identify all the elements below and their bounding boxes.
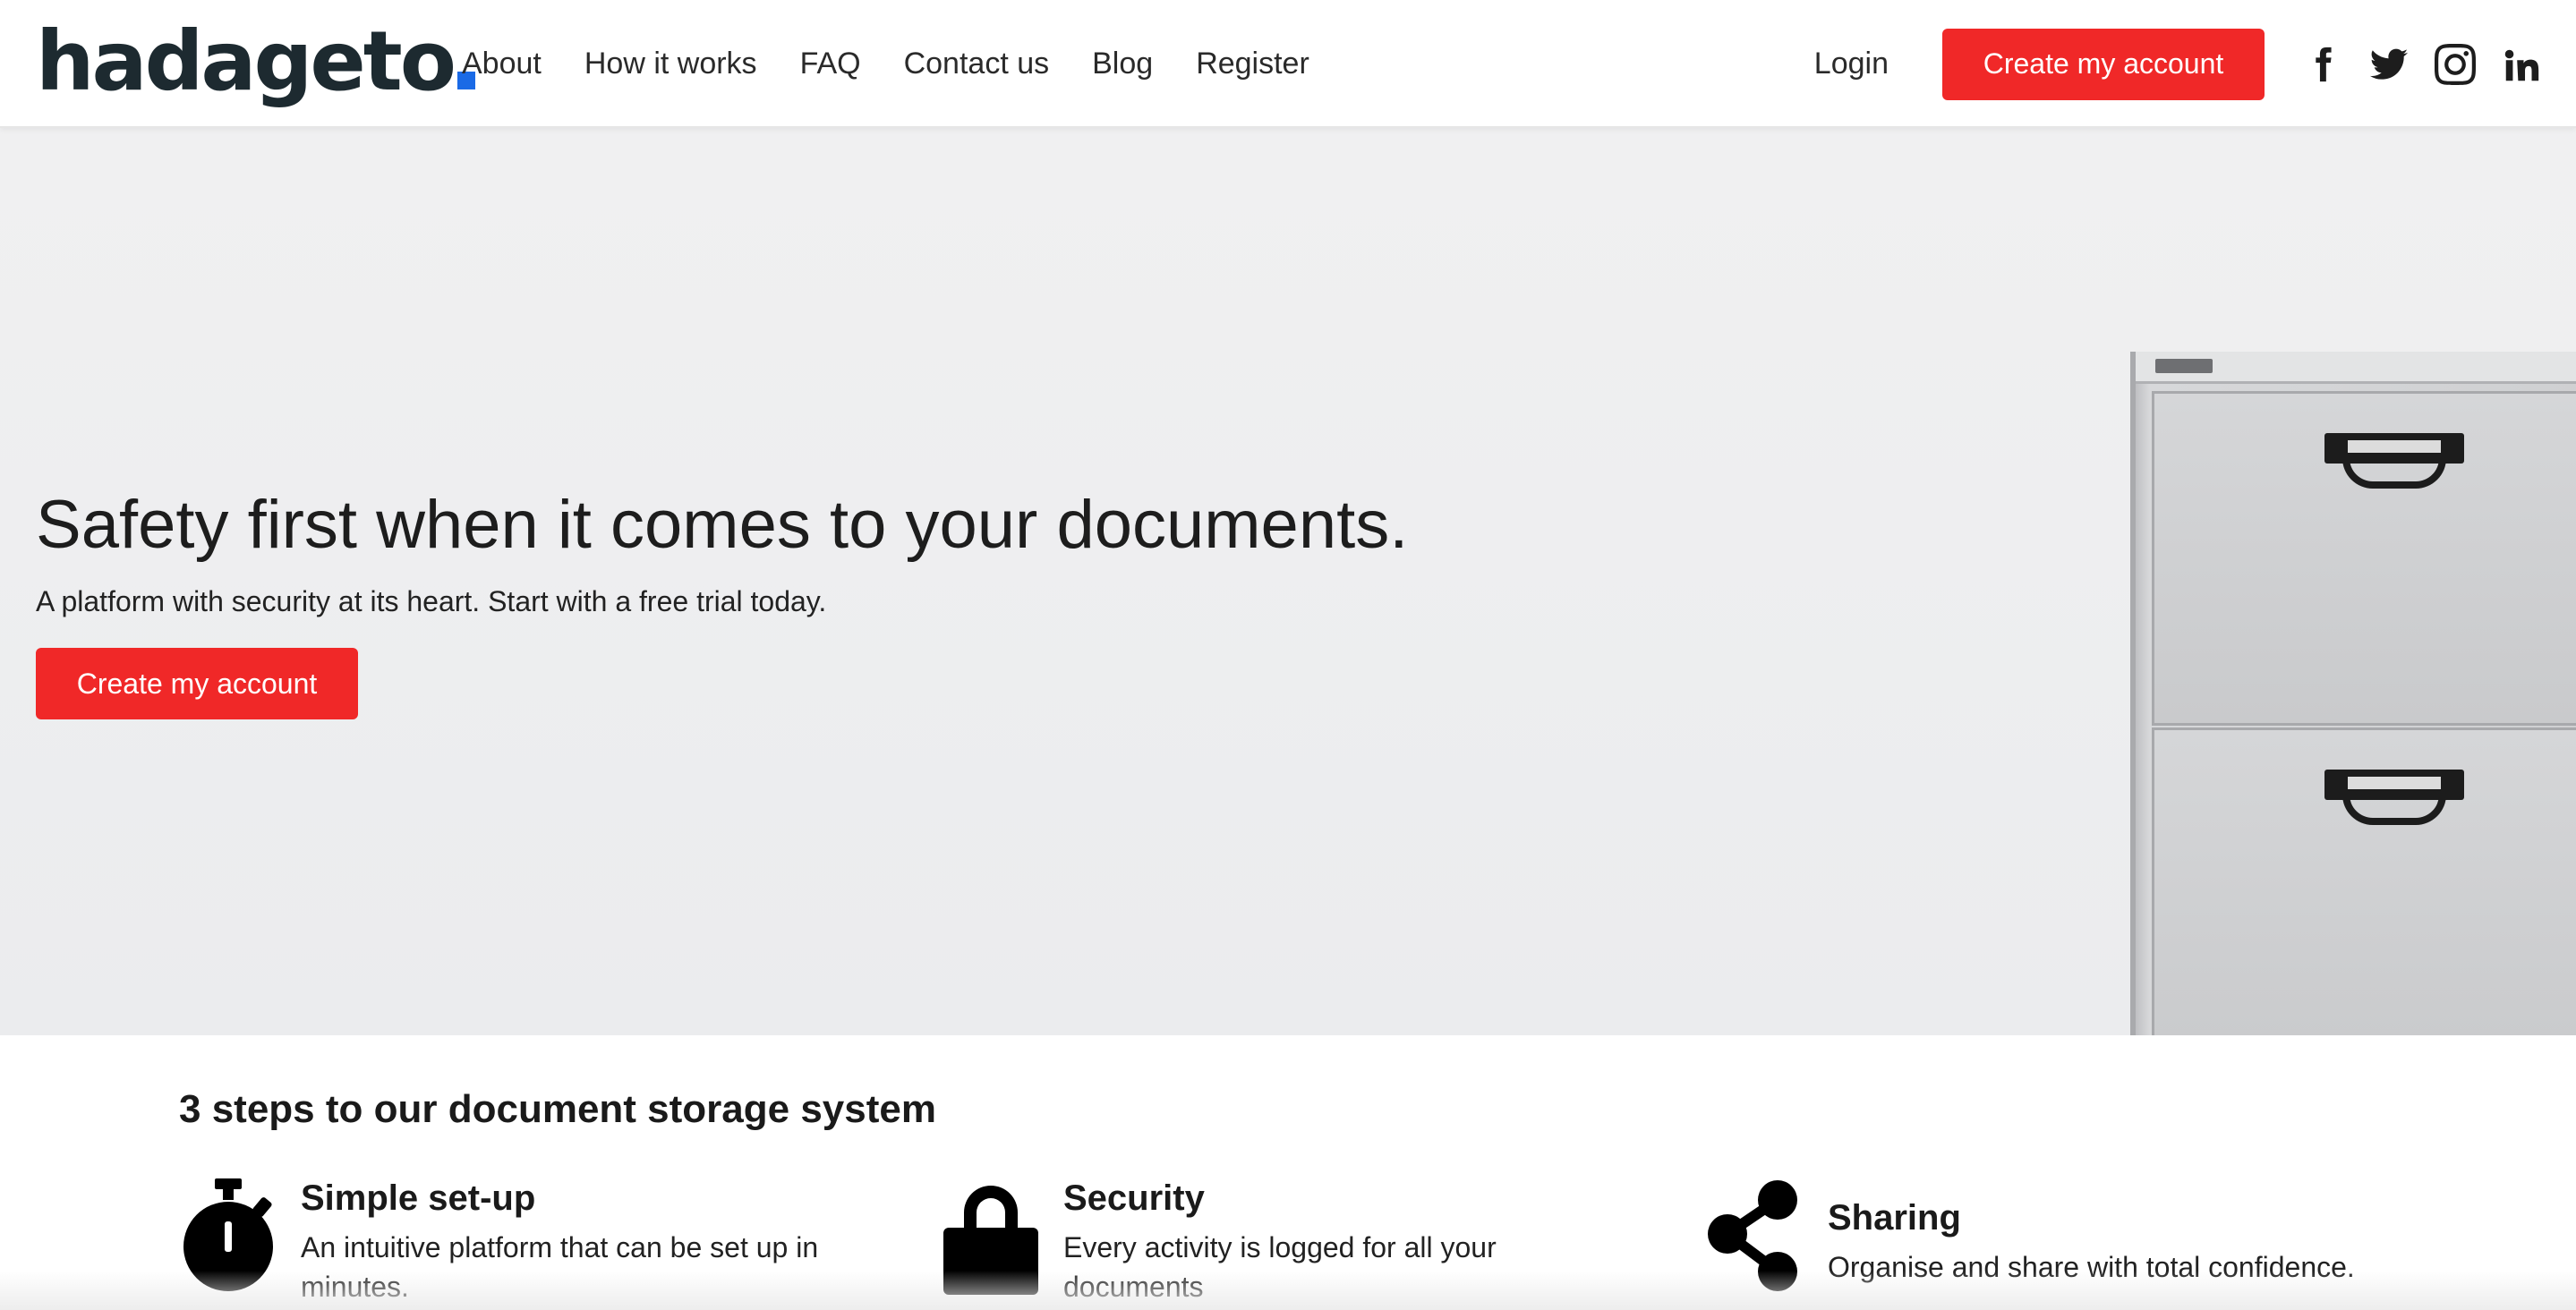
cabinet-drawer-bottom — [2152, 727, 2576, 1035]
drawer-handle-icon — [2324, 433, 2464, 492]
create-account-button-hero[interactable]: Create my account — [36, 648, 358, 719]
header-actions: Login Create my account — [1814, 0, 2542, 128]
steps-section: 3 steps to our document storage system S… — [0, 1035, 2576, 1310]
logo-text: hadageto — [36, 13, 456, 109]
drawer-handle-icon — [2324, 770, 2464, 829]
hero-subtitle: A platform with security at its heart. S… — [36, 585, 827, 617]
filing-cabinet-image — [2130, 352, 2576, 1035]
step-heading: Security — [1063, 1178, 1205, 1218]
linkedin-icon[interactable] — [2501, 44, 2542, 85]
nav-how-it-works[interactable]: How it works — [584, 47, 757, 81]
step-heading: Simple set-up — [301, 1178, 536, 1218]
bottom-fade — [0, 1271, 2576, 1310]
step-heading: Sharing — [1828, 1198, 1961, 1238]
hero-section: Safety first when it comes to your docum… — [0, 128, 2576, 1035]
site-header: hadageto About How it works FAQ Contact … — [0, 0, 2576, 128]
cabinet-badge — [2155, 359, 2213, 373]
steps-title: 3 steps to our document storage system — [179, 1087, 936, 1131]
nav-faq[interactable]: FAQ — [800, 47, 861, 81]
facebook-icon[interactable] — [2302, 44, 2343, 85]
cabinet-top — [2136, 352, 2576, 384]
create-account-button-header[interactable]: Create my account — [1942, 28, 2265, 100]
social-links — [2302, 43, 2542, 85]
hero-title: Safety first when it comes to your docum… — [36, 487, 1409, 563]
login-link[interactable]: Login — [1814, 47, 1889, 81]
logo[interactable]: hadageto — [36, 13, 475, 111]
nav-register[interactable]: Register — [1196, 47, 1309, 81]
instagram-icon[interactable] — [2435, 43, 2476, 85]
nav-about[interactable]: About — [462, 47, 542, 81]
nav-blog[interactable]: Blog — [1092, 47, 1153, 81]
nav-contact-us[interactable]: Contact us — [904, 47, 1050, 81]
twitter-icon[interactable] — [2368, 44, 2410, 85]
cabinet-drawer-top — [2152, 391, 2576, 726]
main-nav: About How it works FAQ Contact us Blog R… — [462, 0, 1309, 128]
